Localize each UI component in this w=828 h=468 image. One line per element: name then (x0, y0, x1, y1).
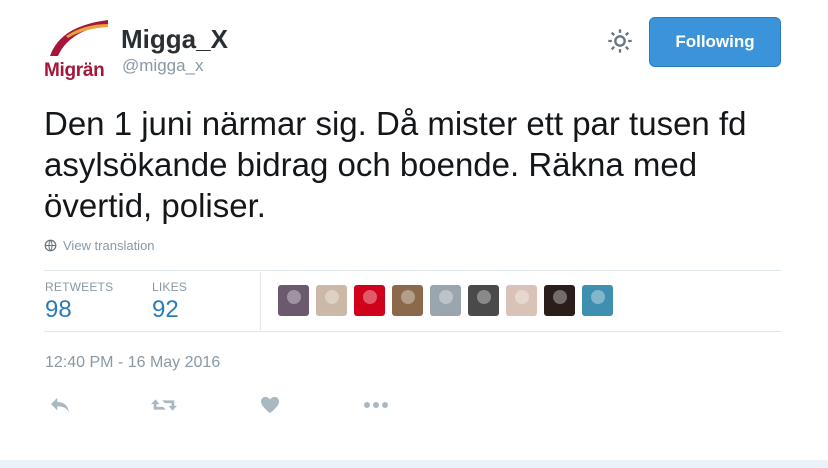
user-avatar-icon (400, 290, 415, 304)
liker-avatars (278, 285, 613, 316)
page-footer-strip (0, 460, 828, 468)
like-icon[interactable] (254, 392, 286, 418)
retweets-label: RETWEETS (45, 280, 114, 294)
liker-avatar-4[interactable] (392, 285, 423, 316)
display-name[interactable]: Migga_X (121, 24, 228, 55)
user-avatar-icon (552, 290, 567, 304)
divider-bottom (44, 331, 781, 332)
liker-avatar-7[interactable] (506, 285, 537, 316)
view-translation-label: View translation (63, 238, 155, 253)
liker-avatar-1[interactable] (278, 285, 309, 316)
tweet-text: Den 1 juni närmar sig. Då mister ett par… (44, 105, 747, 224)
user-avatar-icon (286, 290, 301, 304)
user-avatar-icon (476, 290, 491, 304)
globe-icon (44, 239, 57, 252)
tweet-timestamp[interactable]: 12:40 PM - 16 May 2016 (45, 354, 220, 372)
retweets-stat[interactable]: RETWEETS 98 (45, 280, 113, 324)
user-avatar-icon (590, 290, 605, 304)
retweets-count: 98 (45, 296, 72, 323)
reply-icon[interactable] (44, 392, 76, 418)
liker-avatar-8[interactable] (544, 285, 575, 316)
likes-label: LIKES (152, 280, 188, 294)
user-avatar-icon (362, 290, 377, 304)
view-translation-link[interactable]: View translation (44, 238, 155, 253)
user-avatar-icon (514, 290, 529, 304)
user-avatar-icon (324, 290, 339, 304)
user-avatar-icon (438, 290, 453, 304)
more-icon[interactable] (360, 392, 392, 418)
tweet-card: Migrän Migga_X @migga_x Following Den 1 … (0, 0, 828, 460)
likes-stat[interactable]: LIKES 92 (152, 280, 187, 324)
avatar-brand-text: Migrän (44, 60, 105, 80)
screen-name[interactable]: @migga_x (122, 56, 204, 76)
stats-separator (260, 272, 261, 330)
liker-avatar-5[interactable] (430, 285, 461, 316)
account-avatar[interactable]: Migrän (44, 16, 108, 80)
liker-avatar-9[interactable] (582, 285, 613, 316)
following-button[interactable]: Following (649, 17, 781, 67)
liker-avatar-2[interactable] (316, 285, 347, 316)
retweet-icon[interactable] (148, 392, 180, 418)
likes-count: 92 (152, 296, 179, 323)
liker-avatar-3[interactable] (354, 285, 385, 316)
avatar-logo-swoosh (50, 20, 108, 56)
tweet-stats: RETWEETS 98 LIKES 92 (44, 272, 781, 330)
divider-top (44, 270, 781, 271)
gear-icon[interactable] (606, 27, 634, 55)
liker-avatar-6[interactable] (468, 285, 499, 316)
